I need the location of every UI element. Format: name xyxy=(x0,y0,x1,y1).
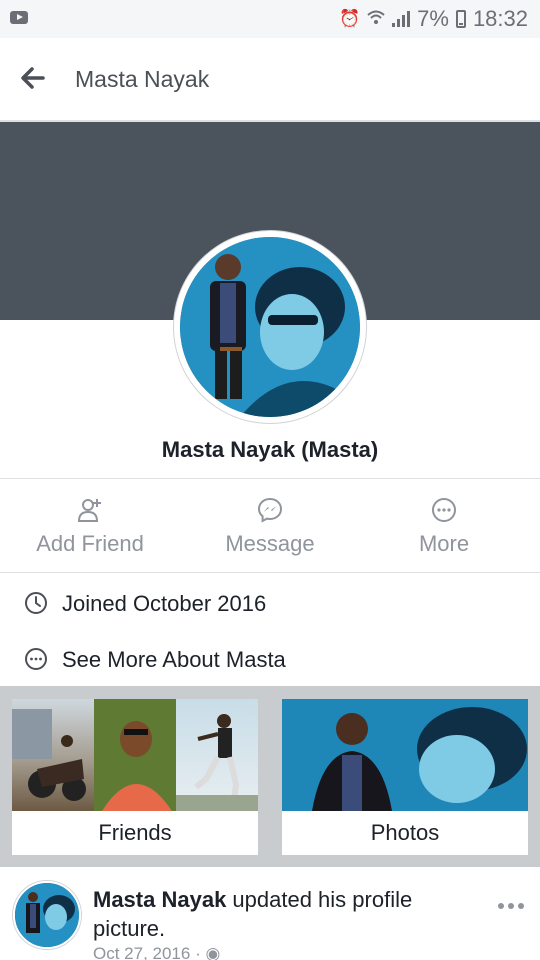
clock-icon xyxy=(24,591,48,615)
post-headline: Masta Nayak updated his profile picture. xyxy=(93,885,473,943)
add-friend-button[interactable]: Add Friend xyxy=(0,481,180,571)
divider xyxy=(0,478,540,479)
post-author-name[interactable]: Masta Nayak xyxy=(93,887,226,912)
more-button[interactable]: More xyxy=(360,481,528,571)
more-icon xyxy=(431,497,457,523)
friend-thumbnail[interactable] xyxy=(176,699,258,811)
friends-card[interactable]: Friends xyxy=(12,699,258,855)
photos-label: Photos xyxy=(370,820,440,845)
friends-label: Friends xyxy=(98,820,172,845)
alarm-icon: ⏰ xyxy=(338,9,361,28)
post-meta: Oct 27, 2016 · ◉ xyxy=(93,944,220,960)
more-label: More xyxy=(418,531,470,556)
see-more-about-row[interactable]: See More About Masta xyxy=(0,633,540,683)
post-story: Masta Nayak updated his profile picture. xyxy=(0,867,540,960)
joined-text: Joined October 2016 xyxy=(62,591,267,616)
status-icons: ⏰ 7% 18:32 xyxy=(339,6,528,32)
battery-percent: 7% xyxy=(417,6,449,31)
see-more-about-text: See More About Masta xyxy=(62,647,286,672)
divider xyxy=(0,572,540,573)
friend-thumbnail[interactable] xyxy=(94,699,176,811)
profile-actions: Add Friend Message More xyxy=(0,481,540,571)
profile-name: Masta Nayak (Masta) xyxy=(161,437,379,462)
battery-icon xyxy=(455,10,466,28)
back-arrow-icon[interactable] xyxy=(18,64,54,96)
page-title: Masta Nayak xyxy=(75,66,210,92)
photo-thumbnail[interactable] xyxy=(282,699,528,811)
message-label: Message xyxy=(225,531,315,556)
messenger-icon xyxy=(257,497,283,523)
more-options-icon[interactable] xyxy=(495,895,527,915)
add-friend-label: Add Friend xyxy=(36,531,144,556)
wifi-icon xyxy=(367,9,385,30)
app-header: Masta Nayak xyxy=(0,38,540,122)
profile-picture[interactable] xyxy=(174,231,366,423)
clock-time: 18:32 xyxy=(472,6,528,31)
friend-thumbnail[interactable] xyxy=(12,699,94,811)
profile-picture-image xyxy=(180,237,360,417)
post-author-avatar[interactable] xyxy=(13,881,81,949)
photos-card[interactable]: Photos xyxy=(282,699,528,855)
signal-icon xyxy=(392,11,411,27)
add-friend-icon xyxy=(77,497,103,523)
message-button[interactable]: Message xyxy=(180,481,360,571)
post-date[interactable]: Oct 27, 2016 · xyxy=(93,944,201,960)
status-bar: ⏰ 7% 18:32 xyxy=(0,0,540,38)
more-icon xyxy=(24,647,48,671)
youtube-notification-icon xyxy=(10,11,28,24)
globe-icon: ◉ xyxy=(205,944,221,960)
joined-row: Joined October 2016 xyxy=(0,577,540,627)
